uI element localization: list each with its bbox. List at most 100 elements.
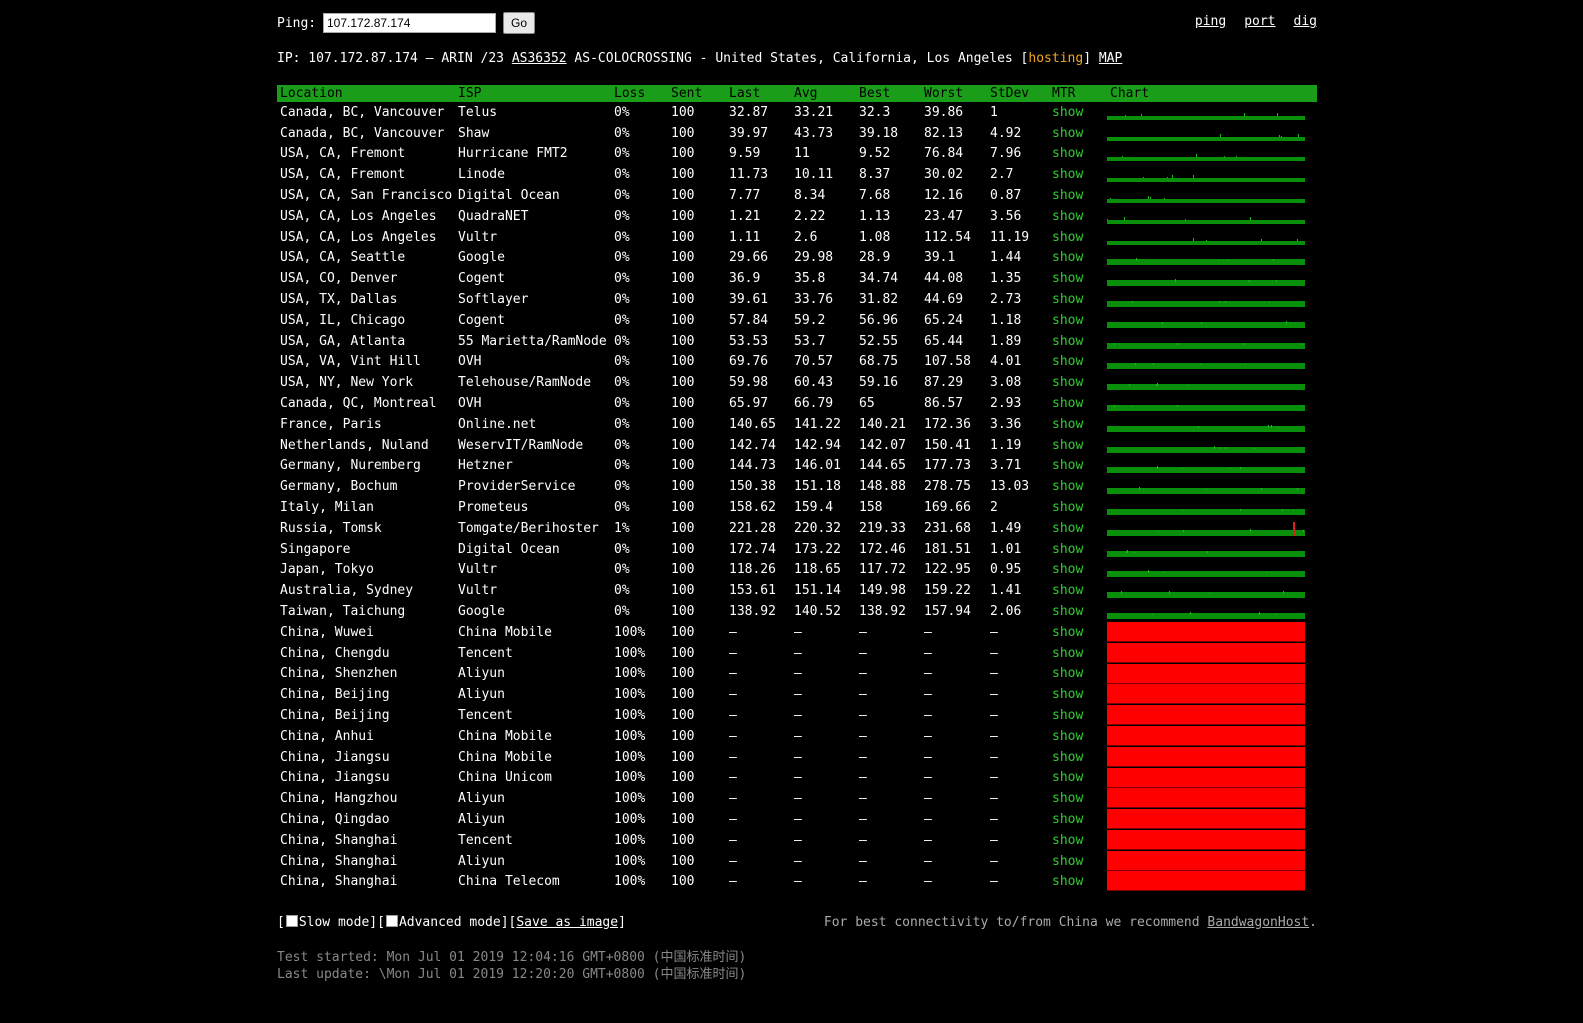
cell-worst: 177.73 bbox=[924, 458, 971, 474]
nav-ping-link[interactable]: ping bbox=[1195, 14, 1226, 29]
cell-worst: 172.36 bbox=[924, 416, 971, 432]
chart-spike bbox=[1182, 509, 1183, 511]
mtr-show-link[interactable]: show bbox=[1049, 497, 1107, 518]
mtr-show-link[interactable]: show bbox=[1049, 560, 1107, 581]
mtr-show-link[interactable]: show bbox=[1049, 580, 1107, 601]
mtr-show-link[interactable]: show bbox=[1049, 164, 1107, 185]
cell-avg: 2.22 bbox=[794, 208, 826, 224]
cell-avg: – bbox=[794, 645, 802, 661]
go-button[interactable]: Go bbox=[503, 12, 535, 34]
chart-spike bbox=[1200, 364, 1201, 366]
cell-loss: 100% bbox=[614, 853, 646, 869]
table-row: USA, TX, Dallas Softlayer 0% 100 39.61 33.76 3… bbox=[277, 289, 1317, 310]
map-link[interactable]: MAP bbox=[1099, 51, 1122, 66]
mtr-show-link[interactable]: show bbox=[1049, 643, 1107, 664]
mtr-show-link[interactable]: show bbox=[1049, 248, 1107, 269]
cell-avg: 151.18 bbox=[794, 479, 841, 495]
chart-spike bbox=[1124, 216, 1125, 220]
mtr-show-link[interactable]: show bbox=[1049, 664, 1107, 685]
cell-avg: – bbox=[794, 853, 802, 869]
cell-location: Taiwan, Taichung bbox=[280, 604, 406, 620]
chart-spike bbox=[1266, 572, 1267, 574]
mtr-show-link[interactable]: show bbox=[1049, 830, 1107, 851]
nav-port-link[interactable]: port bbox=[1244, 14, 1275, 29]
cell-loss: 100% bbox=[614, 666, 646, 682]
cell-best: 142.07 bbox=[859, 437, 906, 453]
advanced-mode-checkbox[interactable] bbox=[385, 915, 398, 927]
chart-spike bbox=[1245, 364, 1246, 366]
mtr-show-link[interactable]: show bbox=[1049, 268, 1107, 289]
cell-sent: 100 bbox=[671, 728, 695, 744]
mtr-show-link[interactable]: show bbox=[1049, 144, 1107, 165]
cell-worst: 44.08 bbox=[924, 271, 964, 287]
mtr-show-link[interactable]: show bbox=[1049, 352, 1107, 373]
mtr-show-link[interactable]: show bbox=[1049, 809, 1107, 830]
mtr-show-link[interactable]: show bbox=[1049, 289, 1107, 310]
bandwagonhost-link[interactable]: BandwagonHost bbox=[1207, 915, 1309, 930]
asn-link[interactable]: AS36352 bbox=[512, 51, 567, 66]
mtr-show-link[interactable]: show bbox=[1049, 622, 1107, 643]
ip-info-bracket: ] bbox=[1083, 51, 1099, 66]
cell-chart bbox=[1107, 705, 1317, 726]
cell-isp: Linode bbox=[458, 167, 505, 183]
mtr-show-link[interactable]: show bbox=[1049, 185, 1107, 206]
latency-chart bbox=[1107, 497, 1305, 518]
mtr-show-link[interactable]: show bbox=[1049, 726, 1107, 747]
table-row: Australia, Sydney Vultr 0% 100 153.61 151.14 1… bbox=[277, 580, 1317, 601]
ping-input[interactable] bbox=[323, 13, 496, 33]
cell-best: – bbox=[859, 728, 867, 744]
latency-chart bbox=[1107, 621, 1305, 643]
mtr-show-link[interactable]: show bbox=[1049, 851, 1107, 872]
table-row: China, Hangzhou Aliyun 100% 100 – – – – – show bbox=[277, 788, 1317, 809]
mtr-show-link[interactable]: show bbox=[1049, 435, 1107, 456]
slow-mode-checkbox[interactable] bbox=[285, 915, 298, 927]
latency-chart bbox=[1107, 809, 1305, 830]
mtr-show-link[interactable]: show bbox=[1049, 206, 1107, 227]
chart-spike bbox=[1303, 529, 1304, 532]
mtr-show-link[interactable]: show bbox=[1049, 102, 1107, 123]
cell-worst: – bbox=[924, 666, 932, 682]
chart-spike bbox=[1162, 321, 1163, 324]
cell-avg: 2.6 bbox=[794, 229, 818, 245]
mtr-show-link[interactable]: show bbox=[1049, 476, 1107, 497]
cell-loss: 100% bbox=[614, 645, 646, 661]
table-row: USA, CA, Fremont Hurricane FMT2 0% 100 9.59 1… bbox=[277, 144, 1317, 165]
mtr-show-link[interactable]: show bbox=[1049, 372, 1107, 393]
cell-isp: Aliyun bbox=[458, 811, 505, 827]
mtr-show-link[interactable]: show bbox=[1049, 414, 1107, 435]
mtr-show-link[interactable]: show bbox=[1049, 788, 1107, 809]
mtr-show-link[interactable]: show bbox=[1049, 393, 1107, 414]
mtr-show-link[interactable]: show bbox=[1049, 768, 1107, 789]
mtr-show-link[interactable]: show bbox=[1049, 747, 1107, 768]
mtr-show-link[interactable]: show bbox=[1049, 227, 1107, 248]
chart-ok-bar bbox=[1107, 467, 1305, 474]
cell-isp: Aliyun bbox=[458, 791, 505, 807]
mtr-show-link[interactable]: show bbox=[1049, 518, 1107, 539]
column-header-last: Last bbox=[726, 85, 791, 102]
mtr-show-link[interactable]: show bbox=[1049, 310, 1107, 331]
chart-loss-bar bbox=[1107, 829, 1305, 850]
mtr-show-link[interactable]: show bbox=[1049, 705, 1107, 726]
mtr-show-link[interactable]: show bbox=[1049, 123, 1107, 144]
table-row: Singapore Digital Ocean 0% 100 172.74 173.22 1… bbox=[277, 539, 1317, 560]
nav-dig-link[interactable]: dig bbox=[1294, 14, 1317, 29]
latency-chart bbox=[1107, 705, 1305, 726]
mtr-show-link[interactable]: show bbox=[1049, 539, 1107, 560]
mtr-show-link[interactable]: show bbox=[1049, 601, 1107, 622]
cell-chart bbox=[1107, 746, 1317, 768]
test-times: Test started: Mon Jul 01 2019 12:04:16 G… bbox=[277, 949, 746, 983]
chart-spike bbox=[1220, 133, 1221, 137]
cell-avg: 43.73 bbox=[794, 125, 834, 141]
cell-chart bbox=[1107, 642, 1317, 664]
chart-spike bbox=[1136, 258, 1137, 262]
mtr-show-link[interactable]: show bbox=[1049, 456, 1107, 477]
latency-chart bbox=[1107, 372, 1305, 393]
mtr-show-link[interactable]: show bbox=[1049, 871, 1107, 892]
chart-spike bbox=[1276, 280, 1277, 283]
cell-worst: 12.16 bbox=[924, 188, 964, 204]
save-as-image-link[interactable]: Save as image bbox=[516, 915, 618, 930]
cell-sent: 100 bbox=[671, 624, 695, 640]
mtr-show-link[interactable]: show bbox=[1049, 331, 1107, 352]
mtr-show-link[interactable]: show bbox=[1049, 684, 1107, 705]
recommend-suffix: . bbox=[1309, 915, 1317, 930]
